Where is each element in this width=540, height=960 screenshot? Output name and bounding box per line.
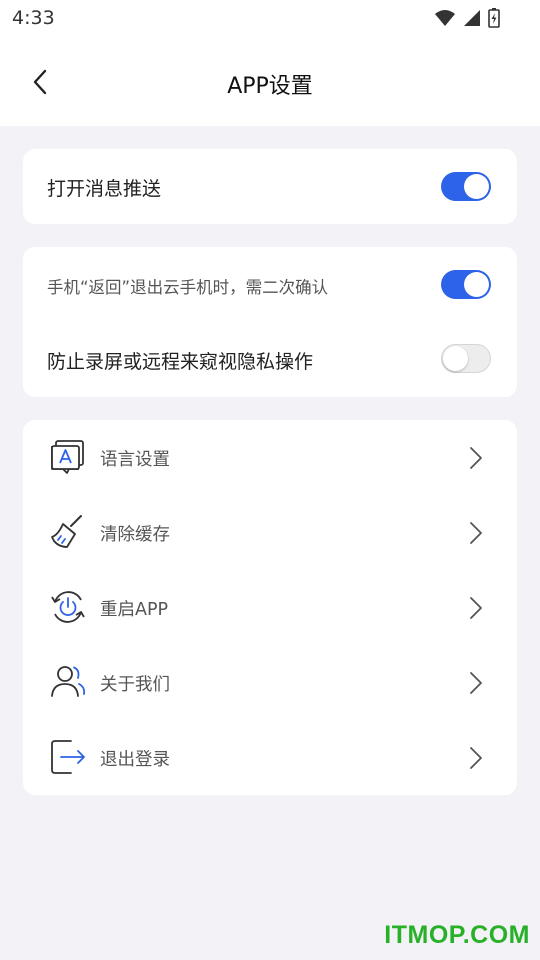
broom-icon <box>51 515 82 548</box>
battery-icon <box>488 8 500 28</box>
status-time: 4:33 <box>12 7 55 29</box>
push-settings-card: 打开消息推送 <box>23 149 517 224</box>
menu-item-about[interactable]: 关于我们 <box>23 645 517 720</box>
push-label: 打开消息推送 <box>47 178 162 200</box>
menu-label-clear-cache: 清除缓存 <box>100 525 170 545</box>
status-bar: 4:33 <box>0 0 540 38</box>
menu-label-about: 关于我们 <box>100 675 170 695</box>
status-icons <box>434 8 500 28</box>
menu-item-clear-cache[interactable]: 清除缓存 <box>23 495 517 570</box>
push-toggle-row: 打开消息推送 <box>23 149 517 224</box>
toggle-knob <box>443 346 468 371</box>
security-settings-card: 手机“返回”退出云手机时，需二次确认 防止录屏或远程来窥视隐私操作 <box>23 247 517 397</box>
anti-record-toggle[interactable] <box>441 344 491 373</box>
toggle-knob <box>464 272 489 297</box>
watermark: ITMOP.COM <box>384 921 530 949</box>
back-confirm-row: 手机“返回”退出云手机时，需二次确认 <box>23 247 517 322</box>
menu-label-language: 语言设置 <box>100 450 170 470</box>
back-confirm-toggle[interactable] <box>441 270 491 299</box>
restart-icon <box>51 591 85 623</box>
chevron-right-icon <box>470 672 482 694</box>
menu-label-restart: 重启APP <box>100 600 169 620</box>
anti-record-label: 防止录屏或远程来窥视隐私操作 <box>47 351 314 373</box>
toggle-knob <box>464 174 489 199</box>
logout-icon <box>51 740 85 774</box>
wifi-icon <box>435 10 455 26</box>
header: APP设置 <box>0 38 540 126</box>
language-icon <box>51 440 84 474</box>
menu-item-language[interactable]: 语言设置 <box>23 420 517 495</box>
menu-card: 语言设置 清除缓存 重启APP 关于我们 退出登录 <box>23 420 517 795</box>
signal-icon <box>464 10 480 26</box>
menu-label-logout: 退出登录 <box>100 750 170 770</box>
menu-item-logout[interactable]: 退出登录 <box>23 720 517 795</box>
back-confirm-label: 手机“返回”退出云手机时，需二次确认 <box>47 278 329 297</box>
anti-record-row: 防止录屏或远程来窥视隐私操作 <box>23 322 517 397</box>
users-icon <box>51 666 86 697</box>
chevron-right-icon <box>470 747 482 769</box>
push-toggle[interactable] <box>441 172 491 201</box>
menu-item-restart[interactable]: 重启APP <box>23 570 517 645</box>
page-title: APP设置 <box>227 74 313 99</box>
chevron-right-icon <box>470 597 482 619</box>
chevron-right-icon <box>470 447 482 469</box>
chevron-right-icon <box>470 522 482 544</box>
